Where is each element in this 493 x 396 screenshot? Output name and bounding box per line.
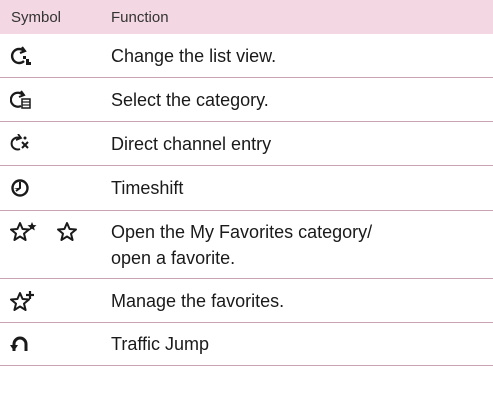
table-row: Select the category.: [0, 78, 493, 122]
symbol-cell: [0, 219, 111, 243]
function-text: Traffic Jump: [111, 334, 210, 354]
table-header: Symbol Function: [0, 0, 493, 34]
change-list-view-icon: [10, 45, 32, 66]
header-symbol: Symbol: [11, 8, 62, 26]
table-row: Manage the favorites.: [0, 279, 493, 323]
function-text: Manage the favorites.: [111, 290, 285, 311]
symbol-function-table: Symbol Function Change the list view. Se…: [0, 0, 493, 366]
function-text: Change the list view.: [111, 45, 277, 66]
symbol-cell: [0, 177, 111, 199]
select-category-icon: [10, 89, 32, 110]
symbol-cell: [0, 133, 111, 154]
function-text: Direct channel entry: [111, 133, 272, 154]
table-row: Direct channel entry: [0, 122, 493, 166]
symbol-cell: [0, 45, 111, 66]
table-row: Open the My Favorites category/ open a f…: [0, 211, 493, 279]
table-row: Traffic Jump: [0, 323, 493, 366]
open-favorites-category-icon: [10, 221, 38, 243]
symbol-cell: [0, 89, 111, 110]
function-text: Timeshift: [111, 178, 184, 198]
function-text: Select the category.: [111, 89, 269, 110]
traffic-jump-icon: [10, 334, 32, 354]
table-row: Change the list view.: [0, 34, 493, 78]
symbol-cell: [0, 334, 111, 354]
manage-favorites-icon: [10, 290, 36, 312]
table-row: Timeshift: [0, 166, 493, 211]
direct-channel-entry-icon: [10, 133, 32, 154]
symbol-cell: [0, 290, 111, 312]
timeshift-icon: [10, 177, 32, 199]
function-text: Open the My Favorites category/ open a f…: [111, 222, 373, 268]
favorite-star-icon: [56, 221, 78, 243]
header-function: Function: [111, 8, 169, 26]
